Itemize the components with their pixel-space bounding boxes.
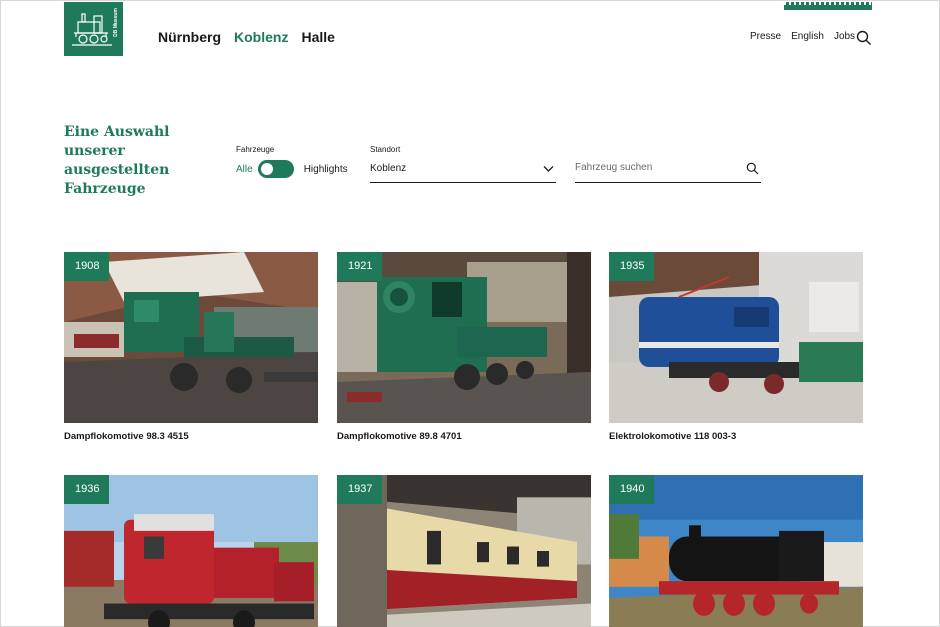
logo-text: DB Museum [113,8,119,37]
chevron-down-icon [543,166,554,172]
highlights-toggle-switch[interactable] [257,160,294,178]
year-badge: 1908 [64,252,110,281]
standort-select[interactable]: Koblenz [370,159,556,183]
stamp-border-decoration [784,2,872,10]
vehicle-photo: 1940 [609,475,863,627]
year-badge: 1940 [609,475,655,504]
page-title: Eine Auswahl unserer ausgestellten Fahrz… [64,124,170,197]
year-badge: 1921 [337,252,383,281]
fahrzeuge-filter-label: Fahrzeuge [236,145,275,154]
toggle-knob [260,163,273,175]
vehicle-search-input[interactable] [575,162,735,173]
city-link-nuernberg[interactable]: Nürnberg [158,29,221,45]
vehicle-card[interactable]: 1940 [609,475,863,627]
year-badge: 1937 [337,475,383,504]
search-icon[interactable] [746,162,759,175]
vehicle-card[interactable]: 1936 [64,475,318,627]
city-navigation: Nürnberg Koblenz Halle [158,29,335,45]
top-navigation: Presse English Jobs [750,31,855,42]
vehicle-photo: 1937 [337,475,591,627]
jobs-link[interactable]: Jobs [834,31,855,42]
english-link[interactable]: English [791,31,824,42]
vehicle-photo: 1921 [337,252,591,423]
presse-link[interactable]: Presse [750,31,781,42]
vehicle-card[interactable]: 1935 Elektrolokomotive 118 003-3 [609,252,863,442]
standort-filter-label: Standort [370,145,401,154]
year-badge: 1936 [64,475,110,504]
vehicle-card[interactable]: 1908 Dampflokomotive 98.3 4515 [64,252,318,442]
vehicle-photo: 1935 [609,252,863,423]
vehicle-card[interactable]: 1921 Dampflokomotive 89.8 4701 [337,252,591,442]
year-badge: 1935 [609,252,655,281]
vehicle-title: Dampflokomotive 98.3 4515 [64,431,189,442]
fahrzeuge-toggle-group: Alle Highlights [236,160,348,178]
search-icon[interactable] [856,30,872,46]
vehicle-search-field [575,159,761,183]
standort-selected-value: Koblenz [370,163,407,174]
city-link-koblenz[interactable]: Koblenz [234,29,288,45]
museum-logo[interactable]: DB Museum [64,2,123,56]
vehicle-card[interactable]: 1937 [337,475,591,627]
city-link-halle[interactable]: Halle [301,29,334,45]
vehicle-photo: 1908 [64,252,318,423]
vehicle-title: Elektrolokomotive 118 003-3 [609,431,737,442]
toggle-option-highlights[interactable]: Highlights [304,164,348,175]
vehicle-photo: 1936 [64,475,318,627]
vehicle-title: Dampflokomotive 89.8 4701 [337,431,462,442]
toggle-option-alle[interactable]: Alle [236,164,253,175]
